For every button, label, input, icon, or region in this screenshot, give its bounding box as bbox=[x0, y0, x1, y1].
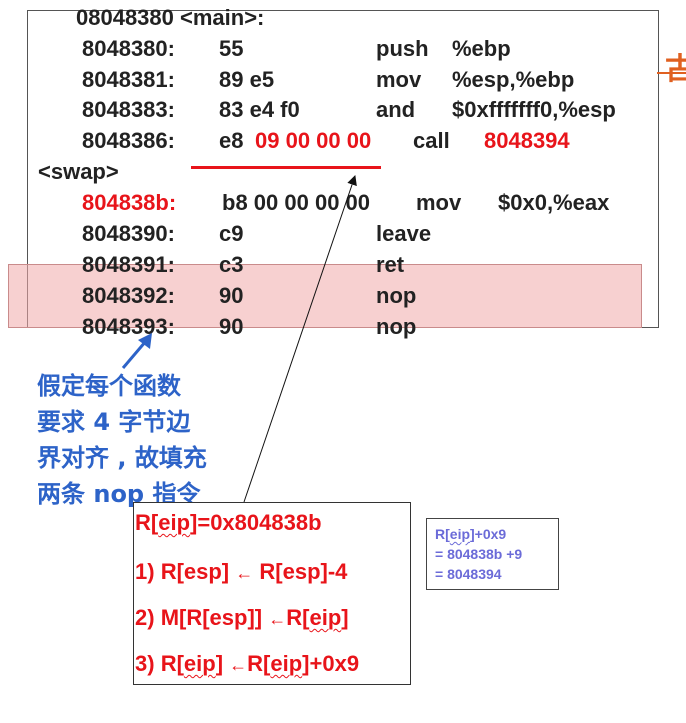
text-part: eip bbox=[449, 526, 471, 542]
calc-line: = 804838b +9 bbox=[435, 546, 523, 562]
step-1-line: 1) R[esp] ← R[esp]-4 bbox=[135, 559, 347, 585]
step-number: 3) bbox=[135, 651, 155, 676]
calc-line: R[eip]+0x9 bbox=[435, 526, 506, 542]
text-part: ] bbox=[341, 605, 349, 630]
text-part: R[esp] bbox=[160, 559, 230, 584]
text-part: eip bbox=[270, 651, 303, 676]
target-calculation-box: R[eip]+0x9 = 804838b +9 = 8048394 bbox=[426, 518, 559, 590]
eip-value-line: R[eip]=0x804838b bbox=[135, 510, 322, 536]
step-number: 1) bbox=[135, 559, 155, 584]
pointer-arrow bbox=[243, 175, 357, 503]
note-line: 界对齐 , 故填充 bbox=[37, 444, 207, 472]
text-part: ]=0x804838b bbox=[190, 510, 322, 535]
note-line: 假定每个函数 bbox=[37, 372, 181, 400]
text-part: eip bbox=[183, 651, 216, 676]
step-number: 2) bbox=[135, 605, 155, 630]
text-part: R[ bbox=[247, 651, 271, 676]
text-part: R[ bbox=[286, 605, 310, 630]
text-part: ] bbox=[215, 651, 224, 676]
text-part: eip bbox=[158, 510, 191, 535]
text-part: ]+0x9 bbox=[302, 651, 360, 676]
left-arrow-icon: ← bbox=[235, 563, 254, 583]
text-part: M[R[esp]] bbox=[160, 605, 263, 630]
text-part: ]+0x9 bbox=[470, 526, 507, 542]
text-part: R[ bbox=[435, 526, 450, 542]
note-arrow bbox=[121, 333, 152, 369]
text-part: R[esp]-4 bbox=[259, 559, 348, 584]
left-arrow-icon: ← bbox=[229, 655, 248, 675]
step-2-line: 2) M[R[esp]] ←R[eip] bbox=[135, 605, 349, 631]
text-part: R[ bbox=[135, 510, 159, 535]
step-3-line: 3) R[eip] ←R[eip]+0x9 bbox=[135, 651, 359, 677]
text-part: eip bbox=[309, 605, 342, 630]
calc-line: = 8048394 bbox=[435, 566, 502, 582]
note-line: 要求 4 字节边 bbox=[37, 408, 191, 436]
alignment-note: 假定每个函数 要求 4 字节边 界对齐 , 故填充 两条 nop 指令 bbox=[37, 368, 247, 512]
text-part: R[ bbox=[160, 651, 184, 676]
call-semantics-box: R[eip]=0x804838b 1) R[esp] ← R[esp]-4 2)… bbox=[133, 502, 411, 685]
left-arrow-icon: ← bbox=[268, 609, 287, 629]
